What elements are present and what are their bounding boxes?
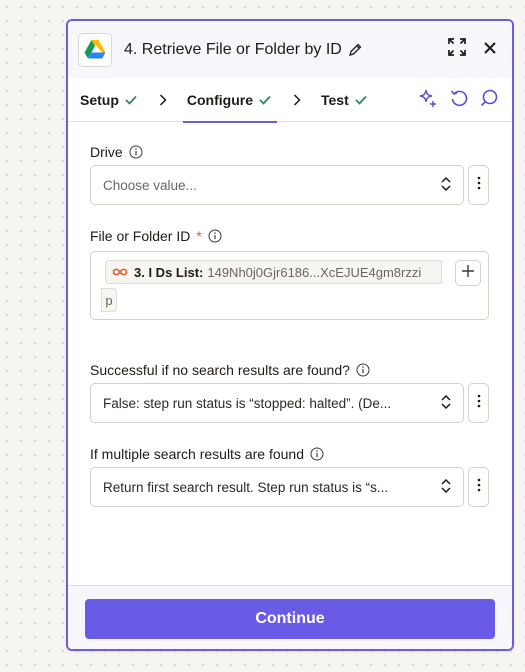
tab-test[interactable]: Test: [321, 78, 367, 122]
required-mark: *: [196, 228, 202, 244]
drive-label: Drive: [90, 144, 143, 160]
tab-label: Configure: [186, 91, 253, 108]
drive-select[interactable]: Choose value...: [90, 165, 464, 205]
drive-more-button[interactable]: [468, 165, 489, 205]
pill-value: 149Nh0j0Gjr6186...XcEJUE4gm8rzzi: [207, 264, 422, 280]
tab-label: Setup: [80, 91, 119, 108]
tab-label: Test: [321, 91, 349, 108]
insert-data-button[interactable]: [455, 260, 481, 286]
no-results-value: False: step run status is “stopped: halt…: [103, 395, 392, 411]
field-label-text: File or Folder ID: [90, 228, 191, 244]
no-results-select[interactable]: False: step run status is “stopped: halt…: [90, 383, 464, 423]
more-vertical-icon: [477, 394, 481, 413]
no-results-more-button[interactable]: [468, 383, 489, 423]
rotate-icon[interactable]: [450, 89, 468, 110]
check-icon: [125, 92, 137, 108]
no-results-label: Successful if no search results are foun…: [90, 362, 370, 378]
multiple-results-more-button[interactable]: [468, 467, 489, 507]
file-id-input[interactable]: 3. I Ds List: 149Nh0j0Gjr6186...XcEJUE4g…: [90, 251, 489, 320]
edit-icon[interactable]: [348, 43, 362, 57]
sort-arrows-icon: [441, 394, 451, 412]
loop-icon: [112, 265, 128, 280]
continue-button[interactable]: Continue: [85, 599, 495, 639]
google-drive-icon: [78, 32, 112, 67]
check-icon: [355, 92, 367, 108]
field-label-text: Successful if no search results are foun…: [90, 362, 350, 378]
step-tabs: Setup Configure Test: [68, 78, 512, 123]
sort-arrows-icon: [441, 478, 451, 496]
panel-footer: Continue: [68, 585, 512, 649]
tab-configure[interactable]: Configure: [182, 78, 278, 123]
step-config-panel: 4. Retrieve File or Folder by ID Setup C…: [66, 19, 514, 651]
chevron-right-icon: [293, 93, 301, 106]
ai-sparkle-icon[interactable]: [418, 88, 438, 111]
info-icon[interactable]: [208, 229, 222, 243]
info-icon[interactable]: [310, 447, 324, 461]
more-vertical-icon: [477, 478, 481, 497]
info-icon[interactable]: [129, 145, 143, 159]
chevron-right-icon: [159, 93, 167, 106]
multiple-results-value: Return first search result. Step run sta…: [103, 479, 389, 495]
info-icon[interactable]: [356, 363, 370, 377]
multiple-results-label: If multiple search results are found: [90, 446, 324, 462]
page-title: 4. Retrieve File or Folder by ID: [124, 40, 342, 58]
expand-icon[interactable]: [448, 38, 466, 61]
tab-setup[interactable]: Setup: [80, 78, 137, 122]
comment-icon[interactable]: [480, 89, 498, 110]
close-icon[interactable]: [484, 41, 496, 59]
more-vertical-icon: [477, 176, 481, 195]
sort-arrows-icon: [441, 176, 451, 194]
multiple-results-select[interactable]: Return first search result. Step run sta…: [90, 467, 464, 507]
panel-header: 4. Retrieve File or Folder by ID: [68, 21, 512, 78]
mapped-field-pill[interactable]: 3. I Ds List: 149Nh0j0Gjr6186...XcEJUE4g…: [105, 260, 442, 284]
file-id-label: File or Folder ID *: [90, 228, 222, 244]
pill-step-name: 3. I Ds List:: [134, 264, 204, 280]
field-label-text: If multiple search results are found: [90, 446, 304, 462]
field-label-text: Drive: [90, 144, 123, 160]
drive-placeholder: Choose value...: [103, 177, 197, 193]
form-body: Drive Choose value... File or Folder ID …: [68, 122, 512, 585]
pill-continuation: p: [101, 288, 117, 312]
plus-icon: [462, 264, 474, 282]
check-icon: [259, 92, 271, 108]
step-tools: [418, 88, 512, 111]
